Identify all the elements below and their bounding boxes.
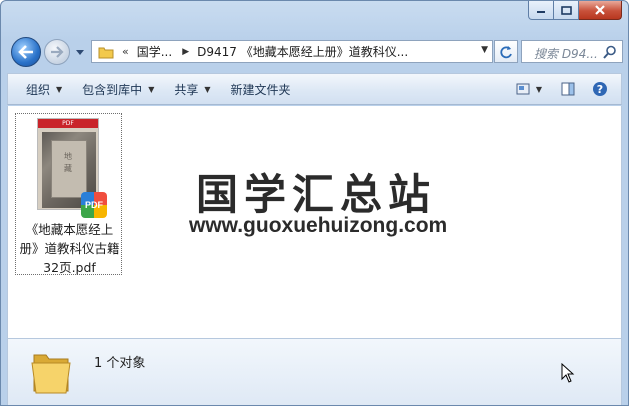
file-name-line: 《地藏本愿经上	[25, 222, 114, 237]
chevron-down-icon	[76, 49, 84, 55]
close-icon	[595, 5, 605, 15]
forward-button[interactable]	[44, 39, 70, 65]
item-count: 1 个对象	[94, 356, 146, 371]
watermark-url: www.guoxuehuizong.com	[189, 214, 448, 237]
file-item[interactable]: PDF 地 藏 PDF 《地藏本愿经上 册》道教科仪古籍 32页.pdf	[15, 113, 122, 275]
view-options-button[interactable]: ▼	[511, 78, 547, 100]
pdf-badge-label: PDF	[85, 200, 103, 210]
breadcrumb-separator-icon[interactable]: ▶	[182, 47, 189, 57]
view-icon	[516, 83, 530, 95]
file-list-view[interactable]: PDF 地 藏 PDF 《地藏本愿经上 册》道教科仪古籍 32页.pdf 国学汇…	[7, 106, 622, 338]
caption-buttons	[528, 1, 622, 20]
new-folder-label: 新建文件夹	[230, 82, 291, 97]
view-controls: ▼ ?	[511, 78, 611, 100]
search-input[interactable]: 搜索 D94...	[521, 40, 623, 63]
chevron-down-icon: ▼	[204, 84, 211, 94]
svg-text:?: ?	[597, 83, 603, 96]
command-bar: 组织 ▼ 包含到库中 ▼ 共享 ▼ 新建文件夹 ▼ ?	[7, 73, 622, 105]
arrow-left-icon	[18, 45, 33, 59]
maximize-button[interactable]	[554, 1, 579, 20]
address-row: « 国学... ▶ D9417 《地藏本愿经上册》道教科仪... ▼ 搜索 D9…	[7, 36, 623, 67]
chevron-down-icon: ▼	[535, 84, 543, 94]
help-icon: ?	[593, 82, 607, 96]
include-library-label: 包含到库中	[82, 82, 143, 97]
share-label: 共享	[174, 82, 199, 97]
page-glyph: 地	[64, 152, 72, 161]
share-button[interactable]: 共享 ▼	[164, 77, 220, 101]
chevron-down-icon: ▼	[56, 84, 63, 94]
address-bar[interactable]: « 国学... ▶ D9417 《地藏本愿经上册》道教科仪... ▼	[91, 40, 493, 63]
watermark-title: 国学汇总站	[196, 170, 437, 219]
new-folder-button[interactable]: 新建文件夹	[221, 77, 301, 101]
refresh-icon	[500, 45, 512, 58]
include-library-button[interactable]: 包含到库中 ▼	[72, 77, 164, 101]
organize-label: 组织	[26, 82, 51, 97]
file-name-line: 册》道教科仪古籍	[19, 241, 120, 256]
search-icon[interactable]	[603, 45, 617, 59]
file-name[interactable]: 《地藏本愿经上 册》道教科仪古籍 32页.pdf	[16, 220, 123, 277]
search-placeholder: 搜索 D94...	[534, 47, 598, 61]
breadcrumb-overflow[interactable]: «	[122, 45, 129, 58]
thumbnail-header: PDF	[38, 119, 98, 128]
breadcrumb-item-parent[interactable]: 国学...	[137, 43, 172, 60]
close-button[interactable]	[579, 1, 622, 20]
organize-button[interactable]: 组织 ▼	[8, 77, 72, 101]
minimize-button[interactable]	[528, 1, 554, 20]
pdf-file-icon: PDF	[81, 192, 107, 218]
page-label: 地 藏	[51, 140, 87, 198]
folder-icon	[98, 47, 114, 58]
mouse-cursor-icon	[561, 363, 575, 383]
minimize-icon	[537, 11, 545, 13]
help-button[interactable]: ?	[589, 78, 611, 100]
file-name-line: 32页.pdf	[43, 260, 96, 275]
breadcrumb-item-current[interactable]: D9417 《地藏本愿经上册》道教科仪...	[197, 43, 408, 60]
folder-icon	[31, 354, 71, 394]
chevron-down-icon: ▼	[148, 84, 155, 94]
refresh-button[interactable]	[494, 40, 518, 63]
address-dropdown-icon[interactable]: ▼	[481, 45, 488, 55]
details-pane: 1 个对象	[7, 338, 622, 405]
arrow-right-icon	[51, 46, 64, 58]
explorer-window: « 国学... ▶ D9417 《地藏本愿经上册》道教科仪... ▼ 搜索 D9…	[0, 0, 629, 406]
preview-pane-icon	[561, 82, 575, 96]
maximize-icon	[560, 5, 572, 15]
recent-pages-dropdown[interactable]	[73, 44, 87, 60]
page-glyph: 藏	[64, 164, 72, 173]
back-button[interactable]	[11, 37, 41, 67]
preview-pane-button[interactable]	[557, 78, 579, 100]
